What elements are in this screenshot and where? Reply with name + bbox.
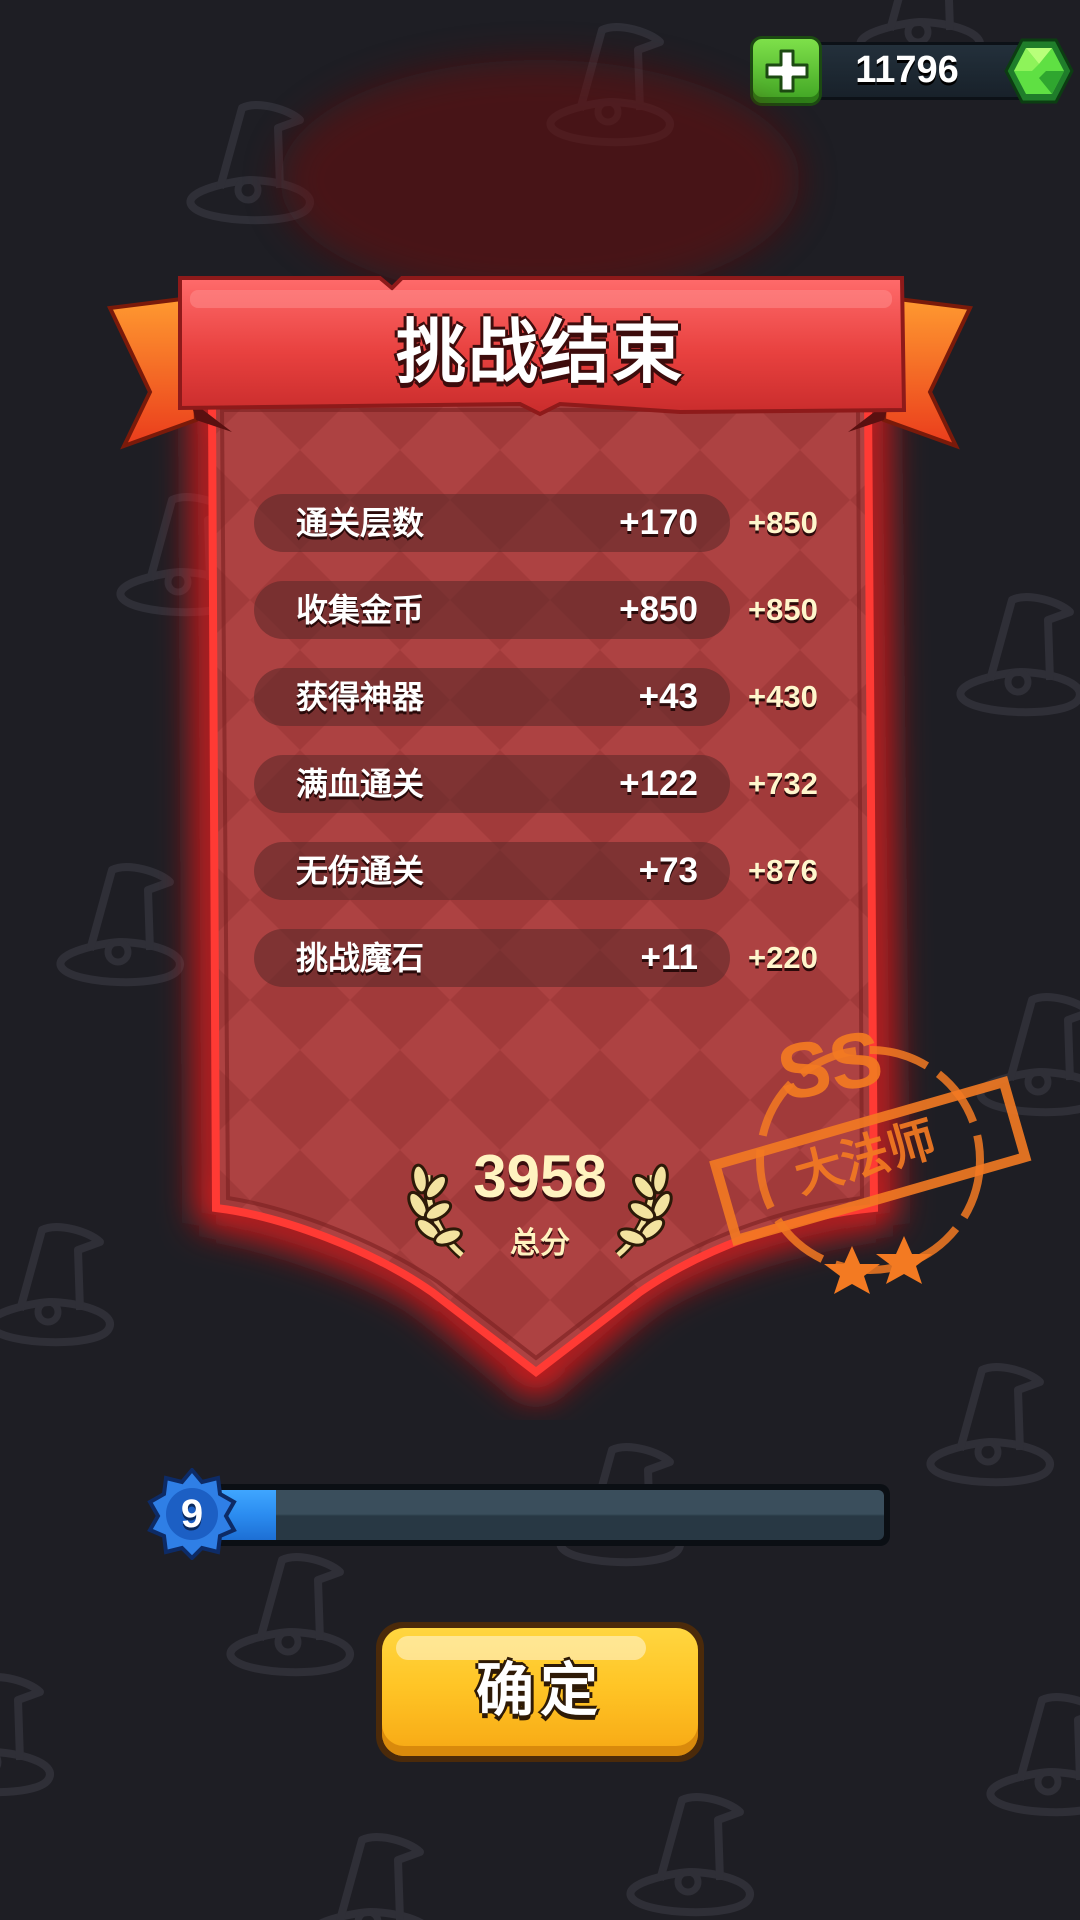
- total-score-label: 总分: [510, 1226, 570, 1261]
- confirm-button-face: 确定: [382, 1628, 698, 1756]
- level-progress-track: [216, 1490, 884, 1540]
- stat-row-coins: 收集金币 +850 +850: [254, 581, 818, 639]
- stat-count: +11: [640, 938, 698, 977]
- star-icon: [876, 1236, 932, 1284]
- stat-points: +850: [748, 505, 818, 540]
- stat-points: +430: [748, 679, 818, 714]
- stat-count: +850: [619, 590, 698, 629]
- confirm-label: 确定: [475, 1656, 604, 1724]
- total-score: 3958: [473, 1143, 607, 1210]
- result-title: 挑战结束: [396, 311, 684, 393]
- level-number: 9: [180, 1492, 204, 1536]
- level-progress-bar: [210, 1484, 890, 1546]
- stat-count: +43: [638, 677, 698, 716]
- stat-points: +220: [748, 940, 818, 975]
- stat-count: +73: [638, 851, 698, 890]
- stat-label: 收集金币: [296, 591, 425, 629]
- stat-label: 获得神器: [296, 678, 425, 716]
- stat-label: 无伤通关: [296, 852, 425, 890]
- stat-row-no-damage: 无伤通关 +73 +876: [254, 842, 818, 900]
- stat-row-artifacts: 获得神器 +43 +430: [254, 668, 818, 726]
- star-icon: [824, 1246, 880, 1294]
- stat-count: +122: [619, 764, 698, 803]
- stat-points: +732: [748, 766, 818, 801]
- confirm-button[interactable]: 确定: [376, 1622, 704, 1762]
- stat-label: 挑战魔石: [296, 939, 425, 977]
- stat-label: 满血通关: [296, 765, 425, 803]
- stat-points: +850: [748, 592, 818, 627]
- stat-row-floors: 通关层数 +170 +850: [254, 494, 818, 552]
- rank-stamp: SS 大法师: [690, 1010, 1050, 1310]
- stat-row-full-health: 满血通关 +122 +732: [254, 755, 818, 813]
- stat-label: 通关层数: [296, 504, 425, 542]
- stat-points: +876: [748, 853, 818, 888]
- stat-count: +170: [619, 503, 698, 542]
- stat-row-magic-stones: 挑战魔石 +11 +220: [254, 929, 818, 987]
- rank-grade: SS: [771, 1012, 889, 1118]
